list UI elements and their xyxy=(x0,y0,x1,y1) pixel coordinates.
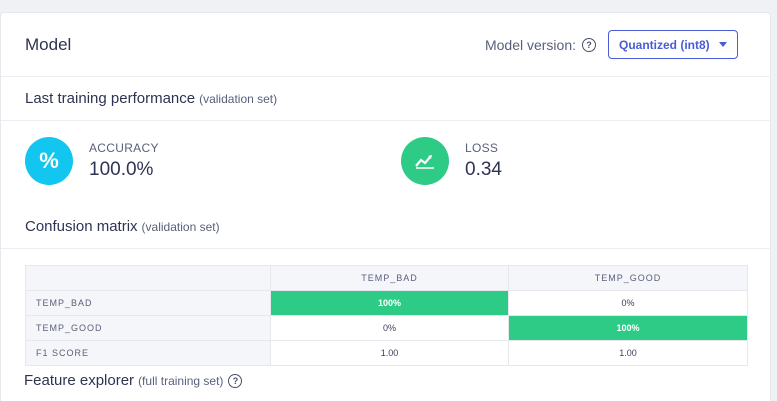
performance-section-title: Last training performance (validation se… xyxy=(1,77,770,121)
table-header-row: TEMP_BAD TEMP_GOOD xyxy=(25,265,748,291)
feature-explorer-title: Feature explorer (full training set) ? xyxy=(24,372,243,389)
matrix-cell: 100% xyxy=(508,315,748,341)
performance-title: Last training performance xyxy=(25,90,196,107)
help-icon[interactable]: ? xyxy=(228,373,243,388)
table-corner xyxy=(25,265,271,291)
confusion-section-title: Confusion matrix (validation set) xyxy=(1,205,770,249)
column-header: TEMP_BAD xyxy=(270,265,509,291)
loss-label: LOSS xyxy=(465,141,499,155)
model-version-dropdown[interactable]: Quantized (int8) xyxy=(608,30,738,59)
confusion-subtitle: (validation set) xyxy=(141,219,220,234)
accuracy-metric: % ACCURACY 100.0% xyxy=(25,137,159,185)
model-version-value: Quantized (int8) xyxy=(619,37,710,52)
matrix-cell: 100% xyxy=(270,290,509,316)
loss-metric: LOSS 0.34 xyxy=(401,137,502,185)
table-row: F1 SCORE 1.00 1.00 xyxy=(25,340,748,366)
model-version-label: Model version: xyxy=(484,36,576,53)
confusion-matrix: TEMP_BAD TEMP_GOOD TEMP_BAD 100% 0% TEMP… xyxy=(1,249,770,366)
metrics-row: % ACCURACY 100.0% LOSS 0.34 xyxy=(1,121,770,205)
model-header: Model Model version: ? Quantized (int8) xyxy=(1,13,770,77)
model-card: Model Model version: ? Quantized (int8) … xyxy=(0,12,771,401)
table-row: TEMP_GOOD 0% 100% xyxy=(25,315,748,341)
percent-icon: % xyxy=(25,137,73,185)
matrix-cell: 1.00 xyxy=(508,340,748,366)
accuracy-label: ACCURACY xyxy=(89,141,159,155)
row-header: TEMP_BAD xyxy=(25,290,271,316)
row-header: F1 SCORE xyxy=(25,340,271,366)
matrix-cell: 0% xyxy=(508,290,748,316)
feature-subtitle: (full training set) xyxy=(138,373,224,388)
model-title: Model xyxy=(25,34,72,54)
matrix-cell: 1.00 xyxy=(270,340,509,366)
matrix-cell: 0% xyxy=(270,315,509,341)
column-header: TEMP_GOOD xyxy=(508,265,748,291)
performance-subtitle: (validation set) xyxy=(199,91,278,106)
accuracy-value: 100.0% xyxy=(89,159,154,180)
confusion-title: Confusion matrix xyxy=(25,218,138,235)
model-version-control: Model version: ? Quantized (int8) xyxy=(485,30,738,59)
feature-title: Feature explorer xyxy=(24,372,135,389)
chevron-down-icon xyxy=(719,42,727,47)
help-icon[interactable]: ? xyxy=(582,37,596,52)
row-header: TEMP_GOOD xyxy=(25,315,271,341)
table-row: TEMP_BAD 100% 0% xyxy=(25,290,748,316)
chart-line-icon xyxy=(401,137,449,185)
loss-value: 0.34 xyxy=(465,159,502,180)
